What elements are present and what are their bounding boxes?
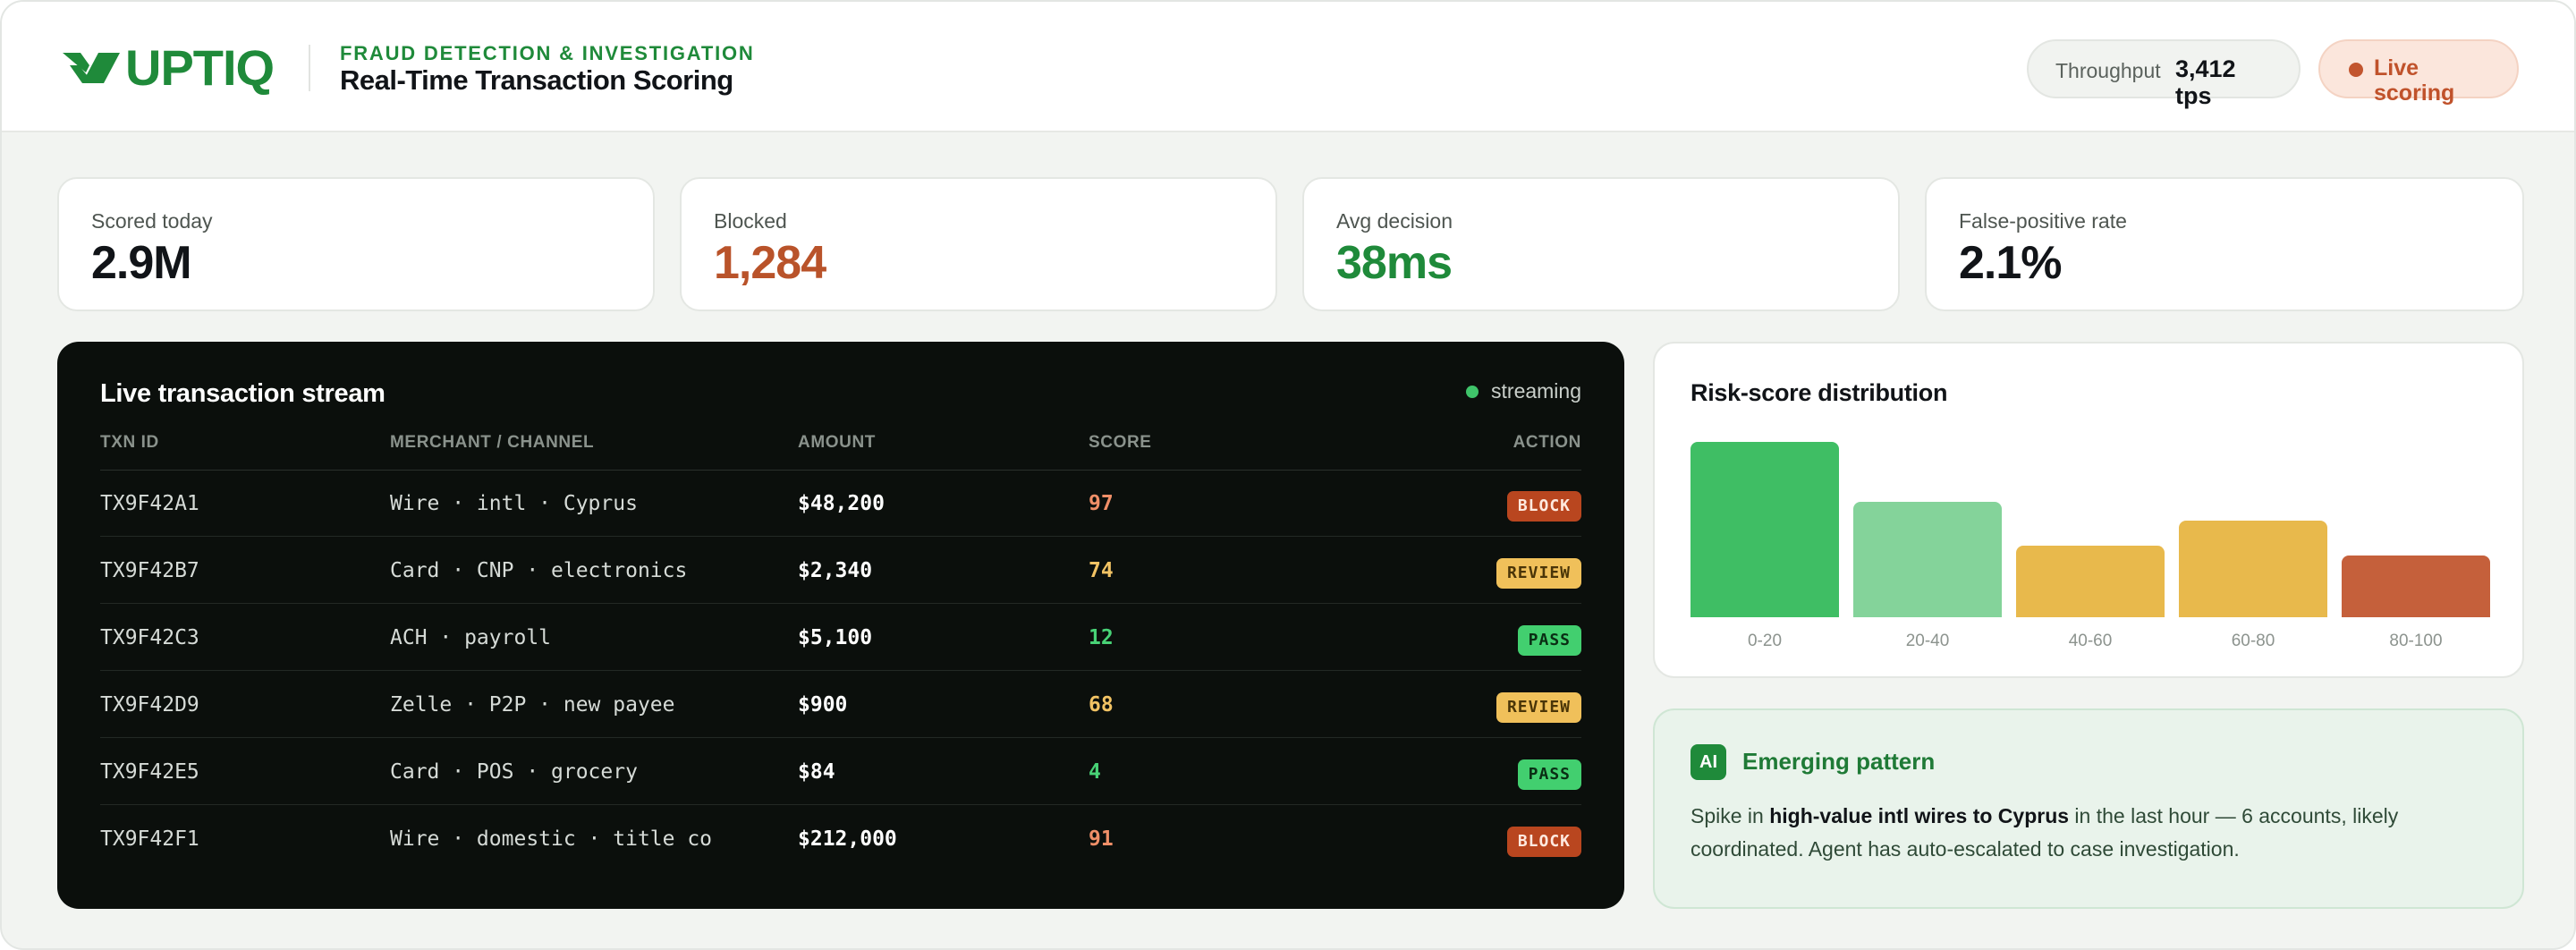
- merchant-channel: Card · POS · grocery: [390, 760, 638, 784]
- risk-score: 97: [1089, 492, 1114, 515]
- table-row[interactable]: TX9F42C3 ACH · payroll $5,100 12 PASS: [100, 605, 1581, 671]
- section-eyebrow: FRAUD DETECTION & INVESTIGATION: [340, 42, 755, 64]
- table-row[interactable]: TX9F42A1 Wire · intl · Cyprus $48,200 97 BLO…: [100, 471, 1581, 537]
- txn-id: TX9F42E5: [100, 760, 199, 784]
- action-badge[interactable]: PASS: [1517, 759, 1581, 790]
- ai-badge-icon: AI: [1690, 744, 1726, 780]
- emerging-pattern-card: AI Emerging pattern Spike in high-value …: [1653, 708, 2524, 909]
- stat-card-false-positive: False-positive rate 2.1%: [1925, 177, 2524, 311]
- action-badge[interactable]: REVIEW: [1496, 692, 1581, 723]
- live-scoring-pill[interactable]: Live scoring: [2318, 39, 2519, 106]
- risk-distribution-card: Risk-score distribution 0-20 20-40 40-60 60…: [1653, 342, 2524, 678]
- amount: $900: [798, 693, 848, 717]
- merchant-channel: Zelle · P2P · new payee: [390, 693, 675, 717]
- stat-label: False-positive rate: [1959, 209, 2127, 233]
- live-dot-icon: [2349, 63, 2363, 77]
- streaming-indicator: streaming: [1466, 379, 1581, 403]
- merchant-channel: Wire · intl · Cyprus: [390, 492, 638, 515]
- stat-label: Scored today: [91, 209, 213, 233]
- stat-label: Avg decision: [1336, 209, 1453, 233]
- action-badge[interactable]: REVIEW: [1496, 558, 1581, 589]
- amount: $48,200: [798, 492, 885, 515]
- stat-value: 38ms: [1336, 237, 1453, 289]
- amount: $5,100: [798, 626, 873, 649]
- x-tick-label: 20-40: [1905, 632, 1950, 650]
- risk-score: 91: [1089, 827, 1114, 851]
- amount: $212,000: [798, 827, 897, 851]
- streaming-label: streaming: [1491, 379, 1581, 403]
- histogram-bar[interactable]: [2342, 556, 2490, 617]
- risk-score: 4: [1089, 760, 1101, 784]
- action-badge[interactable]: BLOCK: [1506, 491, 1581, 522]
- column-header-score[interactable]: SCORE: [1089, 433, 1152, 453]
- column-header-amount[interactable]: AMOUNT: [798, 433, 876, 453]
- table-row[interactable]: TX9F42F1 Wire · domestic · title co $212,0…: [100, 806, 1581, 872]
- merchant-channel: Wire · domestic · title co: [390, 827, 713, 851]
- brand-logo[interactable]: UPTIQ: [63, 39, 275, 96]
- header: UPTIQ FRAUD DETECTION & INVESTIGATION Re…: [2, 2, 2574, 132]
- insight-body: Spike in high-value intl wires to Cyprus…: [1690, 800, 2496, 866]
- txn-id: TX9F42B7: [100, 559, 199, 582]
- histogram-bar[interactable]: [1853, 502, 2002, 617]
- stat-card-blocked: Blocked 1,284: [680, 177, 1277, 311]
- x-tick-label: 40-60: [2068, 632, 2113, 650]
- histogram-bar[interactable]: [2016, 546, 2165, 617]
- risk-distribution-chart: 0-20 20-40 40-60 60-80 80-100: [1690, 442, 2490, 657]
- action-badge[interactable]: PASS: [1517, 625, 1581, 656]
- amount: $84: [798, 760, 835, 784]
- histogram-bar[interactable]: [2179, 521, 2327, 617]
- table-row[interactable]: TX9F42D9 Zelle · P2P · new payee $900 68 REV…: [100, 672, 1581, 738]
- txn-id: TX9F42C3: [100, 626, 199, 649]
- stat-card-avg-decision: Avg decision 38ms: [1302, 177, 1900, 311]
- table-row[interactable]: TX9F42B7 Card · CNP · electronics $2,340 74…: [100, 538, 1581, 604]
- insight-highlight: high-value intl wires to Cyprus: [1769, 804, 2070, 827]
- page-title: Real-Time Transaction Scoring: [340, 64, 733, 96]
- uptiq-logo-icon: [63, 53, 120, 83]
- stat-value: 1,284: [714, 237, 826, 289]
- txn-id: TX9F42D9: [100, 693, 199, 717]
- column-header-merchant[interactable]: MERCHANT / CHANNEL: [390, 433, 594, 453]
- merchant-channel: ACH · payroll: [390, 626, 552, 649]
- x-tick-label: 60-80: [2231, 632, 2275, 650]
- live-scoring-label: Live scoring: [2374, 55, 2455, 106]
- stat-value: 2.1%: [1959, 237, 2063, 289]
- transaction-stream-panel: Live transaction stream streaming TXN ID…: [57, 342, 1624, 909]
- stat-label: Blocked: [714, 209, 787, 233]
- insight-body-pre: Spike in: [1690, 804, 1770, 827]
- table-row[interactable]: TX9F42E5 Card · POS · grocery $84 4 PASS: [100, 739, 1581, 805]
- merchant-channel: Card · CNP · electronics: [390, 559, 688, 582]
- streaming-dot-icon: [1466, 385, 1479, 398]
- x-tick-label: 80-100: [2389, 632, 2443, 650]
- risk-score: 12: [1089, 626, 1114, 649]
- insight-title: Emerging pattern: [1742, 748, 1936, 775]
- risk-score: 74: [1089, 559, 1114, 582]
- column-header-txn-id[interactable]: TXN ID: [100, 433, 159, 453]
- column-header-action[interactable]: ACTION: [1513, 433, 1581, 453]
- throughput-value: 3,412 tps: [2175, 55, 2236, 109]
- brand-name: UPTIQ: [125, 39, 275, 96]
- x-tick-label: 0-20: [1747, 632, 1783, 650]
- amount: $2,340: [798, 559, 873, 582]
- header-divider: [309, 45, 310, 91]
- chart-title: Risk-score distribution: [1690, 379, 1948, 406]
- stream-title: Live transaction stream: [100, 379, 386, 408]
- txn-id: TX9F42F1: [100, 827, 199, 851]
- table-header: TXN ID MERCHANT / CHANNEL AMOUNT SCORE A…: [100, 433, 1581, 471]
- stat-card-scored: Scored today 2.9M: [57, 177, 655, 311]
- action-badge[interactable]: BLOCK: [1506, 827, 1581, 857]
- throughput-label: Throughput: [2055, 59, 2161, 82]
- app-frame: UPTIQ FRAUD DETECTION & INVESTIGATION Re…: [0, 0, 2576, 950]
- stat-value: 2.9M: [91, 237, 192, 289]
- throughput-pill: Throughput 3,412 tps: [2027, 39, 2301, 109]
- txn-id: TX9F42A1: [100, 492, 199, 515]
- risk-score: 68: [1089, 693, 1114, 717]
- histogram-bar[interactable]: [1690, 442, 1839, 617]
